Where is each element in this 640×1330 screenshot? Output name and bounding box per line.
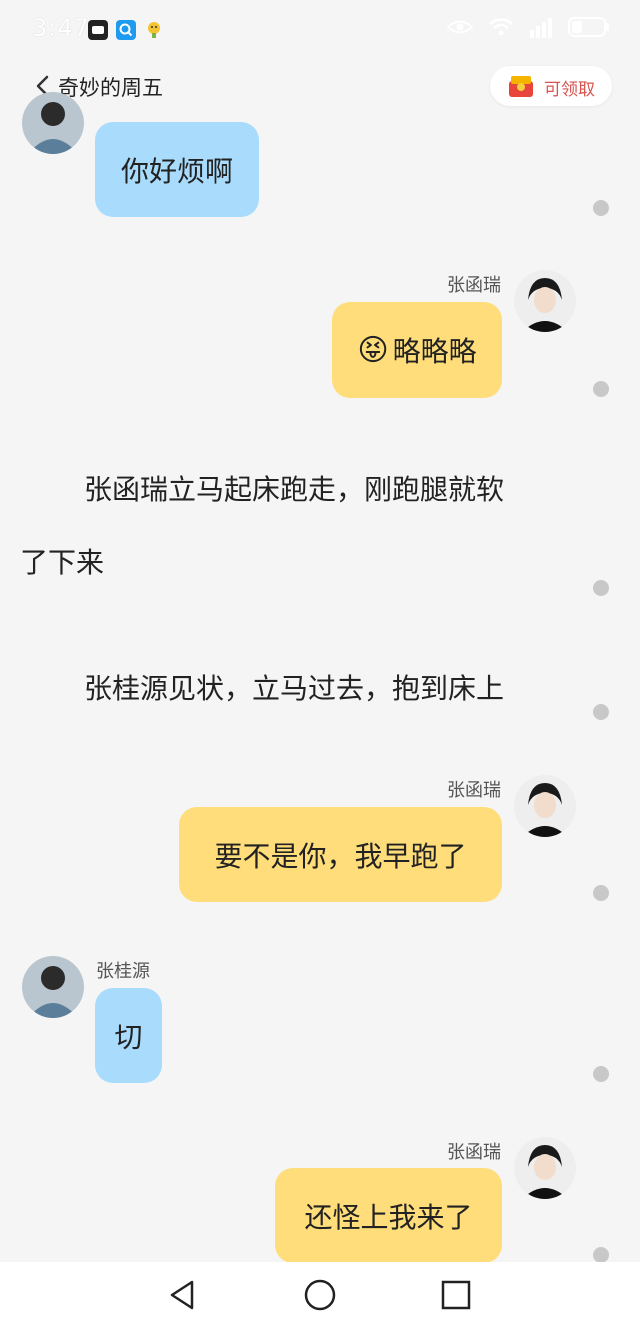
sender-name: 张函瑞 — [447, 780, 501, 801]
avatar-zhanghanrui[interactable] — [514, 775, 576, 837]
top-bar: 奇妙的周五 可领取 — [0, 60, 640, 112]
search-app-icon — [116, 20, 136, 40]
message-dot[interactable] — [593, 381, 609, 397]
battery-icon — [568, 16, 610, 42]
tongue-emoji-icon: 😝 — [357, 332, 389, 368]
narration-text: 张桂源见状，立马过去，抱到床上 — [84, 672, 505, 705]
avatar-zhanghanrui[interactable] — [514, 1137, 576, 1199]
claim-button[interactable]: 可领取 — [490, 66, 612, 106]
triangle-back-icon[interactable] — [166, 1278, 200, 1312]
message-bubble[interactable]: 😝 略略略 — [332, 302, 502, 398]
narration-text: 了下来 — [20, 546, 105, 579]
avatar-zhanghanrui[interactable] — [514, 270, 576, 332]
square-recents-icon[interactable] — [439, 1278, 473, 1312]
message-text: 略略略 — [392, 335, 477, 368]
message-bubble[interactable]: 还怪上我来了 — [275, 1168, 502, 1263]
message-bubble[interactable]: 要不是你，我早跑了 — [179, 807, 502, 902]
sender-name: 张函瑞 — [447, 275, 501, 296]
message-bubble[interactable]: 切 — [95, 988, 162, 1083]
status-time: 3:47 — [32, 14, 90, 42]
status-icons — [446, 16, 610, 42]
message-dot[interactable] — [593, 1066, 609, 1082]
mascot-app-icon — [144, 20, 164, 40]
avatar-zhangguiyuan[interactable] — [22, 92, 84, 154]
avatar-zhangguiyuan[interactable] — [22, 956, 84, 1018]
message-dot[interactable] — [593, 704, 609, 720]
circle-home-icon[interactable] — [303, 1278, 337, 1312]
red-packet-icon — [508, 74, 534, 98]
message-dot[interactable] — [593, 885, 609, 901]
signal-icon — [528, 16, 554, 42]
sender-name: 张桂源 — [96, 961, 150, 982]
system-nav-bar — [0, 1262, 640, 1330]
message-text: 要不是你，我早跑了 — [214, 839, 467, 873]
message-dot[interactable] — [593, 580, 609, 596]
wifi-icon — [488, 17, 514, 41]
status-bar: 3:47 — [0, 0, 640, 60]
app-notification-icon — [88, 20, 108, 40]
eye-icon — [446, 18, 474, 40]
message-text: 你好烦啊 — [120, 154, 233, 188]
sender-name: 张函瑞 — [447, 1142, 501, 1163]
message-text: 还怪上我来了 — [304, 1200, 473, 1234]
page-title: 奇妙的周五 — [58, 76, 163, 100]
message-bubble[interactable]: 你好烦啊 — [95, 122, 259, 217]
claim-label: 可领取 — [544, 80, 595, 100]
narration-text: 张函瑞立马起床跑走，刚跑腿就软 — [84, 473, 505, 506]
message-dot[interactable] — [593, 1247, 609, 1263]
message-text: 切 — [114, 1020, 143, 1054]
message-dot[interactable] — [593, 200, 609, 216]
